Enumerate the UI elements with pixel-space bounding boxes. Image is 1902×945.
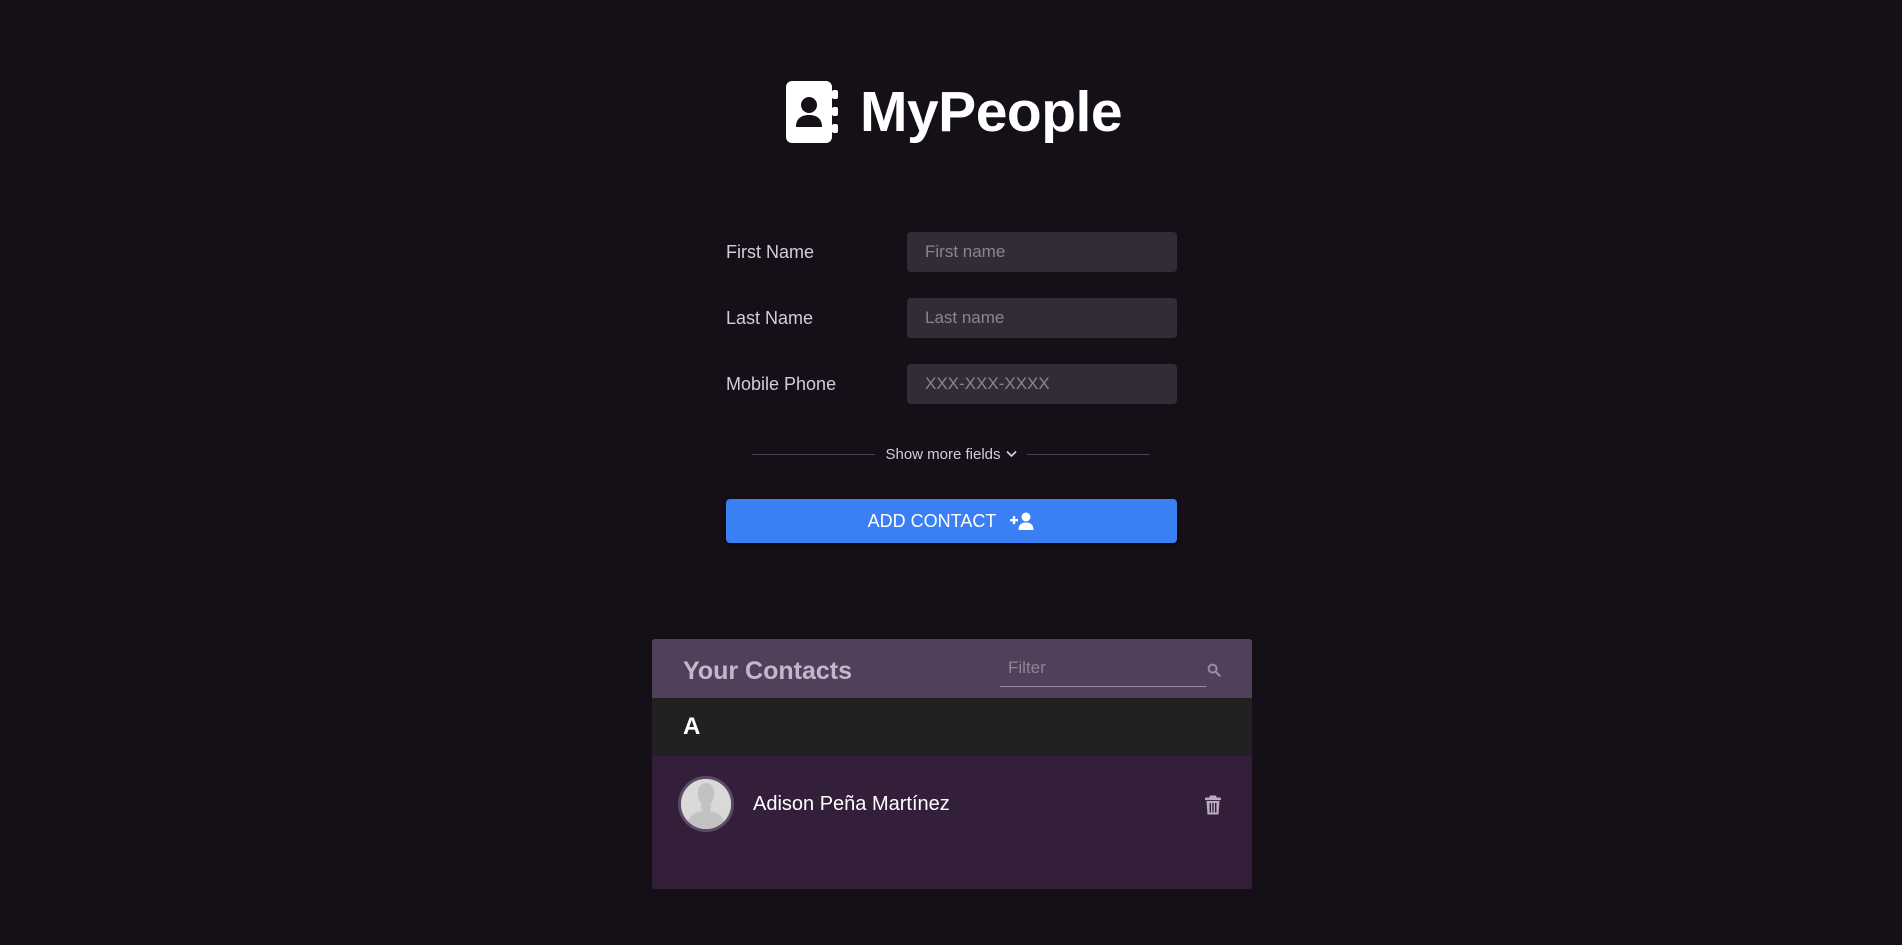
default-avatar-icon — [678, 776, 734, 832]
mobile-phone-label: Mobile Phone — [726, 374, 837, 394]
group-letter: A — [683, 713, 701, 740]
show-more-fields-label: Show more fields — [885, 445, 1001, 463]
chevron-down-icon — [1005, 450, 1017, 458]
first-name-input[interactable] — [907, 232, 1177, 272]
contacts-header: Your Contacts — [652, 639, 1252, 698]
user-plus-icon — [1010, 512, 1034, 530]
show-more-divider: Show more fields — [752, 444, 1150, 464]
app-title: MyPeople — [860, 79, 1123, 144]
search-icon[interactable] — [1207, 663, 1221, 677]
mobile-phone-row: Mobile Phone — [726, 364, 1177, 404]
show-more-fields-button[interactable]: Show more fields — [885, 445, 1017, 463]
add-contact-form: First Name Last Name Mobile Phone Show m… — [726, 232, 1177, 543]
app-header: MyPeople — [786, 72, 1123, 152]
last-name-label: Last Name — [726, 308, 814, 328]
contact-list-item[interactable]: Adison Peña Martínez — [652, 756, 1252, 857]
first-name-row: First Name — [726, 232, 1177, 272]
address-book-icon — [786, 81, 838, 143]
divider-line-left — [752, 453, 876, 455]
mobile-phone-input[interactable] — [907, 364, 1177, 404]
add-contact-button[interactable]: ADD CONTACT — [726, 499, 1177, 543]
avatar-silhouette — [681, 779, 731, 829]
filter-input[interactable] — [1000, 652, 1170, 684]
contacts-panel: Your Contacts A Adison Peña — [652, 639, 1252, 889]
contacts-title: Your Contacts — [683, 657, 852, 685]
page: MyPeople First Name Last Name Mobile Pho… — [0, 0, 1902, 945]
filter-field — [1000, 652, 1221, 687]
contact-name: Adison Peña Martínez — [753, 793, 950, 815]
trash-icon[interactable] — [1204, 795, 1222, 815]
letter-group-header: A — [652, 698, 1252, 756]
last-name-row: Last Name — [726, 298, 1177, 338]
add-contact-label: ADD CONTACT — [867, 510, 997, 531]
first-name-label: First Name — [726, 242, 815, 262]
divider-line-right — [1026, 453, 1150, 455]
last-name-input[interactable] — [907, 298, 1177, 338]
